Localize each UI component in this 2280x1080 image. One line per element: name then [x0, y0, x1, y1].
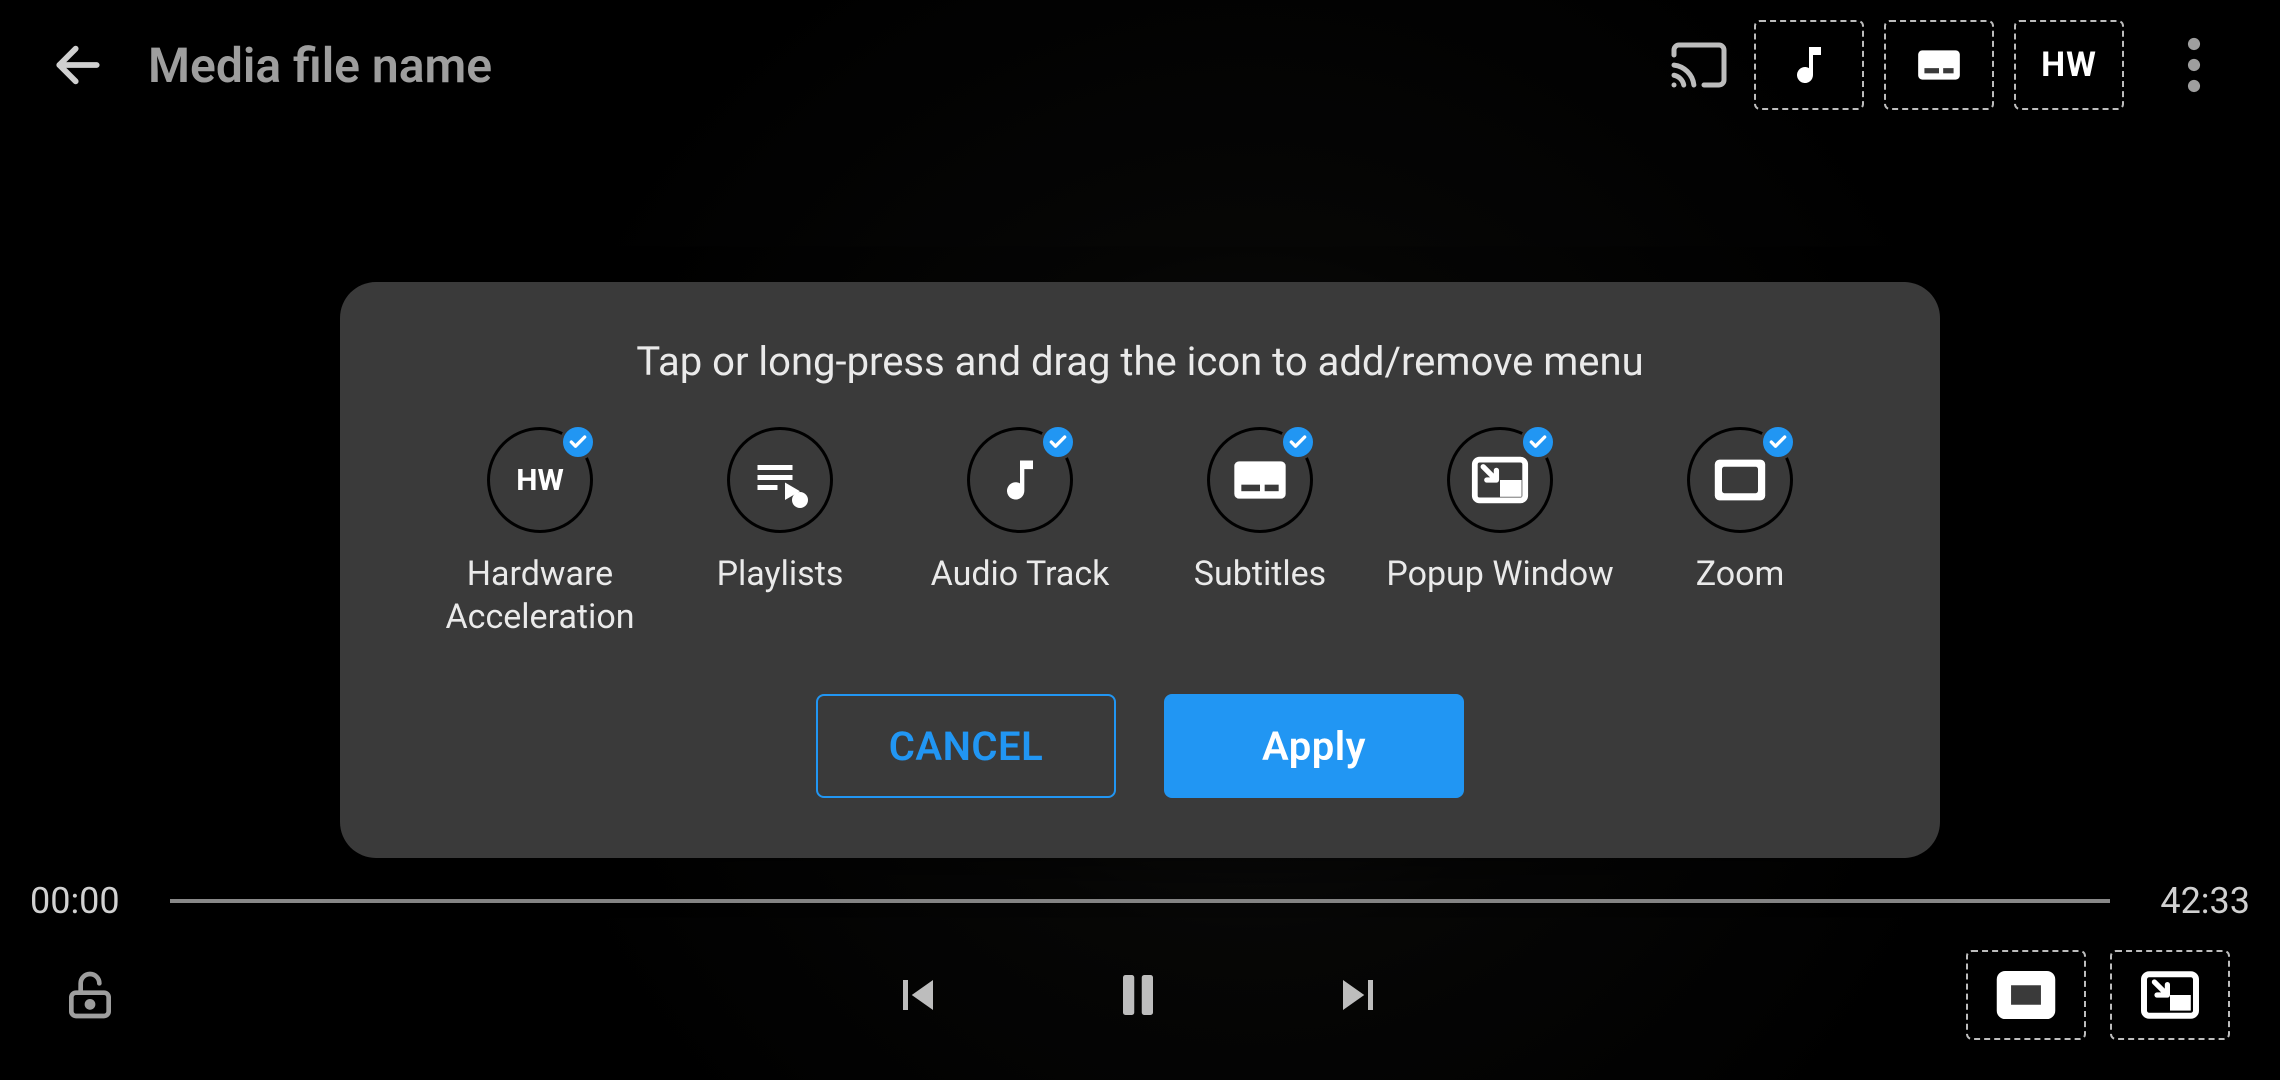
check-icon — [568, 432, 588, 452]
dialog-instructions: Tap or long-press and drag the icon to a… — [420, 338, 1860, 385]
dialog-button-row: CANCEL Apply — [420, 694, 1860, 798]
option-label: Zoom — [1696, 553, 1785, 596]
option-popup-window[interactable]: Popup Window — [1385, 427, 1615, 638]
dialog-scrim: Tap or long-press and drag the icon to a… — [0, 0, 2280, 1080]
option-icon-circle — [967, 427, 1073, 533]
option-label: Popup Window — [1386, 553, 1613, 596]
check-badge — [1760, 424, 1796, 460]
option-icon-circle — [1447, 427, 1553, 533]
option-label: Playlists — [717, 553, 844, 596]
playlist-play-icon — [750, 450, 810, 510]
option-zoom[interactable]: Zoom — [1625, 427, 1855, 638]
option-audio-track[interactable]: Audio Track — [905, 427, 1135, 638]
check-icon — [1528, 432, 1548, 452]
check-badge — [1040, 424, 1076, 460]
option-hardware-acceleration[interactable]: HW Hardware Acceleration — [425, 427, 655, 638]
picture-in-picture-icon — [1471, 456, 1529, 504]
dialog-options-row: HW Hardware Acceleration Playlists — [420, 427, 1860, 638]
subtitles-icon — [1232, 456, 1288, 504]
check-badge — [560, 424, 596, 460]
option-label: Hardware Acceleration — [425, 553, 655, 638]
cancel-button[interactable]: CANCEL — [816, 694, 1116, 798]
check-badge — [1280, 424, 1316, 460]
check-icon — [1768, 432, 1788, 452]
option-icon-circle: HW — [487, 427, 593, 533]
option-label: Subtitles — [1194, 553, 1326, 596]
check-badge — [1520, 424, 1556, 460]
option-label: Audio Track — [931, 553, 1110, 596]
option-icon-circle — [727, 427, 833, 533]
option-playlists[interactable]: Playlists — [665, 427, 895, 638]
check-icon — [1288, 432, 1308, 452]
zoom-rect-icon — [1710, 456, 1770, 504]
option-icon-circle — [1207, 427, 1313, 533]
customize-menu-dialog: Tap or long-press and drag the icon to a… — [340, 282, 1940, 858]
option-icon-circle — [1687, 427, 1793, 533]
apply-button[interactable]: Apply — [1164, 694, 1464, 798]
music-note-icon — [994, 454, 1046, 506]
option-subtitles[interactable]: Subtitles — [1145, 427, 1375, 638]
check-icon — [1048, 432, 1068, 452]
hw-icon-text: HW — [516, 463, 563, 498]
